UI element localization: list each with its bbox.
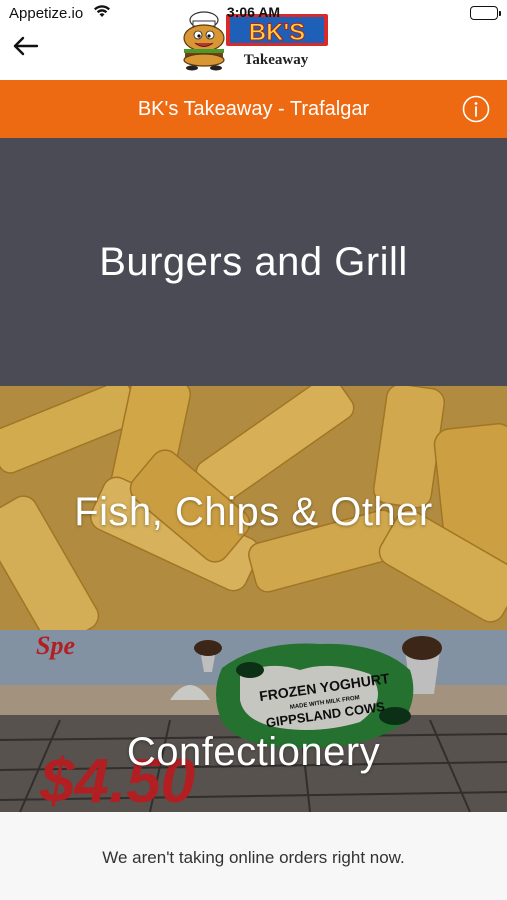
- notice-text: We aren't taking online orders right now…: [102, 848, 405, 867]
- category-label: Burgers and Grill: [99, 240, 408, 284]
- category-burgers-and-grill[interactable]: Burgers and Grill: [0, 138, 507, 386]
- confectionery-promo-image: Spe $4.50 FROZEN YOGHURT MADE WITH MILK …: [0, 630, 507, 812]
- store-title-bar: BK's Takeaway - Trafalgar: [0, 80, 507, 138]
- logo-sub-text: Takeaway: [244, 52, 309, 68]
- online-orders-notice: We aren't taking online orders right now…: [0, 812, 507, 900]
- back-button[interactable]: [10, 33, 42, 59]
- logo-brand-text: BK'S: [249, 19, 305, 46]
- info-circle-icon: [462, 95, 490, 123]
- store-title: BK's Takeaway - Trafalgar: [137, 98, 370, 120]
- info-button[interactable]: [462, 95, 490, 123]
- category-fish-chips-other[interactable]: Fish, Chips & Other: [0, 386, 507, 630]
- category-label: Confectionery: [126, 730, 381, 774]
- arrow-left-icon: [13, 36, 39, 56]
- status-time: 3:06 AM: [226, 4, 281, 20]
- category-confectionery[interactable]: Spe $4.50 FROZEN YOGHURT MADE WITH MILK …: [0, 630, 507, 812]
- category-label: Fish, Chips & Other: [74, 490, 433, 534]
